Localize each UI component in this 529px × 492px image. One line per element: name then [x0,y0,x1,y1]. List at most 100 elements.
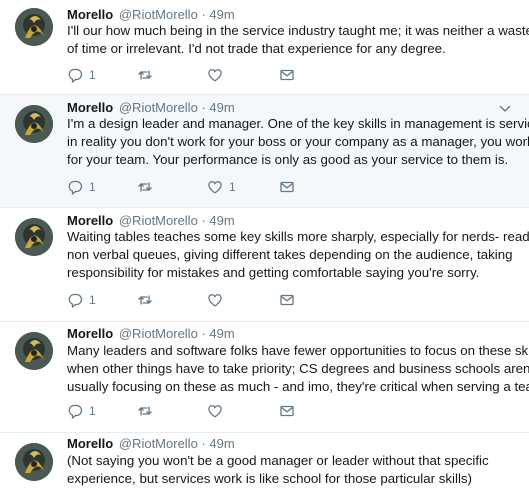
reply-icon [67,403,83,419]
direct-message-button[interactable] [279,292,295,308]
separator-dot: · [201,326,206,341]
tweet-text-line: usually focusing on these as much - and … [67,379,529,394]
display-name[interactable]: Morello [67,436,113,451]
display-name[interactable]: Morello [67,213,113,228]
tweet[interactable]: Morello @RiotMorello · 49m I'll our how … [0,0,529,94]
tweet-header: Morello @RiotMorello · 49m [67,436,235,452]
mail-icon [279,403,295,419]
separator-dot: · [201,213,206,228]
tweet-text-line: in reality you don't work for your boss … [67,134,529,149]
tweet-text-line: when other things have to take priority;… [67,361,529,376]
direct-message-button[interactable] [279,403,295,419]
tweet-actions: 1 [67,403,327,419]
heart-icon [207,403,223,419]
tweet-text: I'll our how much being in the service i… [67,22,529,58]
timestamp[interactable]: 49m [209,326,234,341]
reply-icon [67,179,83,195]
tweet-text-line: for your team. Your performance is only … [67,152,509,167]
timestamp[interactable]: 49m [209,213,234,228]
tweet-thread: Morello @RiotMorello · 49m I'll our how … [0,0,529,492]
mail-icon [279,179,295,195]
tweet[interactable]: Morello @RiotMorello · 49m Many leaders … [0,322,529,432]
tweet-text-line: Many leaders and software folks have few… [67,343,529,358]
display-name[interactable]: Morello [67,326,113,341]
tweet-text-line: non verbal queues, giving different take… [67,247,513,262]
tweet-text-line: I'm a design leader and manager. One of … [67,116,529,131]
heart-icon [207,179,223,195]
user-handle[interactable]: @RiotMorello [119,326,198,341]
tweet-text: Waiting tables teaches some key skills m… [67,228,529,282]
tweet-header: Morello @RiotMorello · 49m [67,326,235,342]
reply-count: 1 [89,404,96,418]
retweet-icon [137,179,153,195]
timestamp[interactable]: 49m [209,436,234,451]
like-count: 1 [229,180,236,194]
reply-count: 1 [89,293,96,307]
separator-dot: · [201,436,206,451]
reply-button[interactable]: 1 [67,403,96,419]
reply-icon [67,292,83,308]
avatar-image [15,105,53,143]
avatar-image [15,218,53,256]
tweet-text: Many leaders and software folks have few… [67,342,529,396]
reply-count: 1 [89,180,96,194]
avatar[interactable] [15,8,53,46]
tweet[interactable]: Morello @RiotMorello · 49m I'm a design … [0,95,529,207]
mail-icon [279,292,295,308]
user-handle[interactable]: @RiotMorello [119,100,198,115]
reply-button[interactable]: 1 [67,292,96,308]
chevron-down-icon [499,104,511,114]
user-handle[interactable]: @RiotMorello [119,213,198,228]
heart-icon [207,67,223,83]
tweet-header: Morello @RiotMorello · 49m [67,100,235,116]
avatar[interactable] [15,443,53,481]
avatar-image [15,8,53,46]
tweet-text-line: I'll our how much being in the service i… [67,23,529,38]
tweet-actions: 1 1 [67,179,327,195]
like-button[interactable] [207,403,229,419]
tweet[interactable]: Morello @RiotMorello · 49m (Not saying y… [0,433,529,492]
like-button[interactable]: 1 [207,179,236,195]
tweet-actions: 1 [67,67,327,83]
tweet-header: Morello @RiotMorello · 49m [67,213,235,229]
user-handle[interactable]: @RiotMorello [119,436,198,451]
display-name[interactable]: Morello [67,100,113,115]
timestamp[interactable]: 49m [209,100,234,115]
direct-message-button[interactable] [279,67,295,83]
tweet-header: Morello @RiotMorello · 49m [67,7,235,23]
display-name[interactable]: Morello [67,7,113,22]
reply-button[interactable]: 1 [67,179,96,195]
retweet-icon [137,67,153,83]
avatar-image [15,332,53,370]
retweet-icon [137,292,153,308]
reply-icon [67,67,83,83]
retweet-button[interactable] [137,179,159,195]
heart-icon [207,292,223,308]
avatar[interactable] [15,332,53,370]
tweet-text-line: responsibility for mistakes and getting … [67,265,480,280]
avatar[interactable] [15,105,53,143]
avatar[interactable] [15,218,53,256]
retweet-button[interactable] [137,67,159,83]
tweet-text-line: of time or irrelevant. I'd not trade tha… [67,41,446,56]
tweet-text-line: (Not saying you won't be a good manager … [67,453,489,468]
separator-dot: · [201,100,206,115]
reply-button[interactable]: 1 [67,67,96,83]
mail-icon [279,67,295,83]
like-button[interactable] [207,67,229,83]
like-button[interactable] [207,292,229,308]
avatar-image [15,443,53,481]
separator-dot: · [201,7,206,22]
tweet-text-line: experience, but services work is like sc… [67,471,472,486]
timestamp[interactable]: 49m [209,7,234,22]
user-handle[interactable]: @RiotMorello [119,7,198,22]
tweet-text: (Not saying you won't be a good manager … [67,452,515,488]
retweet-button[interactable] [137,292,159,308]
direct-message-button[interactable] [279,179,295,195]
retweet-icon [137,403,153,419]
retweet-button[interactable] [137,403,159,419]
tweet[interactable]: Morello @RiotMorello · 49m Waiting table… [0,208,529,321]
tweet-actions: 1 [67,292,327,308]
reply-count: 1 [89,68,96,82]
tweet-menu-button[interactable] [499,104,511,114]
